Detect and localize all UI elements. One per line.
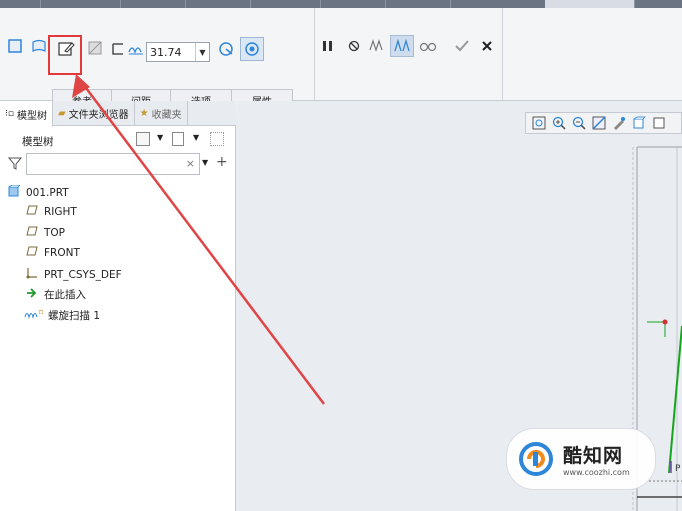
- tree-item-insert-here[interactable]: 在此插入: [26, 287, 86, 302]
- helical-sweep-icon: ⌑: [24, 308, 50, 323]
- svg-text:⌑: ⌑: [39, 308, 44, 317]
- tree-item-label: 在此插入: [44, 289, 86, 301]
- tree-item-part[interactable]: 001.PRT: [8, 184, 69, 200]
- watermark-title: 酷知网: [563, 445, 624, 467]
- tree-filter-row: × ▼ +: [6, 153, 234, 177]
- add-filter-icon[interactable]: +: [216, 154, 228, 170]
- tree-settings-icon[interactable]: [136, 132, 150, 146]
- pitch-value: 31.74: [150, 45, 182, 59]
- cancel-close-icon[interactable]: [477, 36, 497, 56]
- svg-text:P: P: [675, 464, 681, 474]
- folder-icon: ▰: [57, 108, 66, 119]
- top-ribbon-tabs-strip: [0, 0, 682, 8]
- sketch-highlight-box: [48, 35, 82, 75]
- thicken-icon[interactable]: [110, 41, 126, 57]
- model-tree-icon: ⁝▫: [5, 109, 14, 119]
- tree-filter-input[interactable]: ×: [26, 153, 200, 175]
- zoom-out-icon[interactable]: [571, 115, 587, 131]
- repaint-icon[interactable]: [591, 115, 607, 131]
- glasses-icon[interactable]: [418, 36, 438, 56]
- tree-item-label: 001.PRT: [26, 186, 69, 199]
- tree-columns-icon[interactable]: [172, 132, 184, 146]
- pause-icon[interactable]: [320, 38, 336, 54]
- zoom-in-icon[interactable]: [551, 115, 567, 131]
- tree-sync-icon[interactable]: [210, 132, 224, 146]
- surface-icon[interactable]: [30, 37, 48, 55]
- navigator-panel: ⁝▫ 模型树 ▰ 文件夹浏览器 ★ 收藏夹 模型树 ▼ ▼ × ▼ + 001.…: [0, 101, 236, 511]
- datum-plane-icon: [26, 246, 38, 259]
- filter-funnel-icon[interactable]: [7, 156, 23, 173]
- right-handed-icon[interactable]: [240, 37, 264, 61]
- tree-item-right[interactable]: RIGHT: [26, 205, 77, 218]
- solid-icon[interactable]: [6, 37, 24, 55]
- navigator-tabs: ⁝▫ 模型树 ▰ 文件夹浏览器 ★ 收藏夹: [0, 101, 236, 127]
- pitch-icon: [128, 41, 144, 57]
- view-manager-icon[interactable]: [651, 115, 667, 131]
- confirm-checkmark-icon[interactable]: [452, 36, 472, 56]
- feature-dashboard-ribbon: 31.74 ▼ 参考: [0, 8, 682, 110]
- tab-model-tree[interactable]: ⁝▫ 模型树: [0, 101, 53, 127]
- tab-model-tree-label: 模型树: [16, 110, 47, 122]
- tree-item-label: TOP: [44, 226, 66, 239]
- app-window: 31.74 ▼ 参考: [0, 0, 682, 511]
- chevron-down-icon[interactable]: ▼: [157, 133, 163, 142]
- no-preview-icon[interactable]: [346, 38, 362, 54]
- saved-views-icon[interactable]: [631, 115, 647, 131]
- chevron-down-icon[interactable]: ▼: [202, 158, 208, 167]
- display-style-icon[interactable]: [611, 115, 627, 131]
- coozhi-logo-icon: [515, 438, 557, 480]
- model-tree-title: 模型树: [22, 136, 54, 148]
- datum-plane-icon: [26, 205, 38, 218]
- model-tree-header: 模型树 ▼ ▼: [0, 127, 236, 153]
- tree-item-label: RIGHT: [44, 205, 77, 218]
- pitch-value-input[interactable]: 31.74 ▼: [146, 42, 210, 62]
- clear-filter-icon[interactable]: ×: [186, 157, 195, 170]
- tree-item-front[interactable]: FRONT: [26, 246, 80, 259]
- left-handed-icon[interactable]: [216, 39, 236, 59]
- favorites-icon: ★: [139, 108, 149, 119]
- tree-item-helical-sweep[interactable]: ⌑ 螺旋扫描 1: [24, 308, 100, 323]
- tree-item-csys[interactable]: PRT_CSYS_DEF: [26, 267, 122, 282]
- chevron-down-icon[interactable]: ▼: [193, 133, 199, 142]
- tree-item-label: FRONT: [44, 246, 80, 259]
- tab-folder-browser[interactable]: ▰ 文件夹浏览器: [53, 101, 135, 126]
- tab-favorites[interactable]: ★ 收藏夹: [135, 101, 188, 126]
- remove-material-icon[interactable]: [86, 39, 104, 57]
- tab-favorites-label: 收藏夹: [151, 110, 182, 121]
- feature-preview-icon[interactable]: [366, 36, 386, 56]
- refit-icon[interactable]: [531, 115, 547, 131]
- verify-mode-icon[interactable]: [390, 35, 414, 57]
- watermark-url: www.coozhi.com: [563, 468, 630, 477]
- tree-item-top[interactable]: TOP: [26, 226, 65, 239]
- insert-arrow-icon: [26, 288, 38, 301]
- chevron-down-icon[interactable]: ▼: [195, 43, 209, 61]
- datum-plane-icon: [26, 226, 38, 239]
- graphics-toolbar: [525, 112, 682, 134]
- tab-folder-browser-label: 文件夹浏览器: [68, 110, 129, 121]
- part-icon: [8, 184, 21, 200]
- coordinate-system-icon: [26, 267, 38, 282]
- tree-item-label: PRT_CSYS_DEF: [44, 268, 122, 281]
- tree-item-label: 螺旋扫描 1: [48, 310, 101, 322]
- site-watermark: 酷知网 www.coozhi.com: [506, 428, 656, 490]
